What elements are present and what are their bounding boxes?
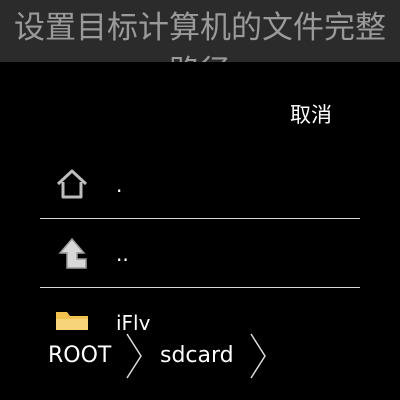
file-list: . .. iFly: [40, 150, 360, 356]
chevron-right-icon: [250, 333, 266, 379]
list-item-parent-dir[interactable]: ..: [40, 219, 360, 288]
list-item-label: ..: [116, 242, 129, 266]
title-bar: 设置目标计算机的文件完整路径: [0, 0, 400, 62]
file-chooser-dialog: 设置目标计算机的文件完整路径 取消 . .. iFly ROOT: [0, 0, 400, 400]
up-arrow-icon: [58, 237, 87, 269]
breadcrumb-item-sdcard[interactable]: sdcard: [160, 340, 234, 372]
cancel-button[interactable]: 取消: [280, 98, 342, 132]
chevron-right-icon: [126, 333, 142, 379]
home-icon: [56, 169, 88, 199]
breadcrumb: ROOT sdcard: [0, 330, 400, 382]
dialog-title: 设置目标计算机的文件完整路径: [14, 10, 386, 62]
list-item-label: .: [116, 173, 123, 197]
breadcrumb-item-root[interactable]: ROOT: [48, 340, 111, 372]
list-item-current-dir[interactable]: .: [40, 150, 360, 219]
